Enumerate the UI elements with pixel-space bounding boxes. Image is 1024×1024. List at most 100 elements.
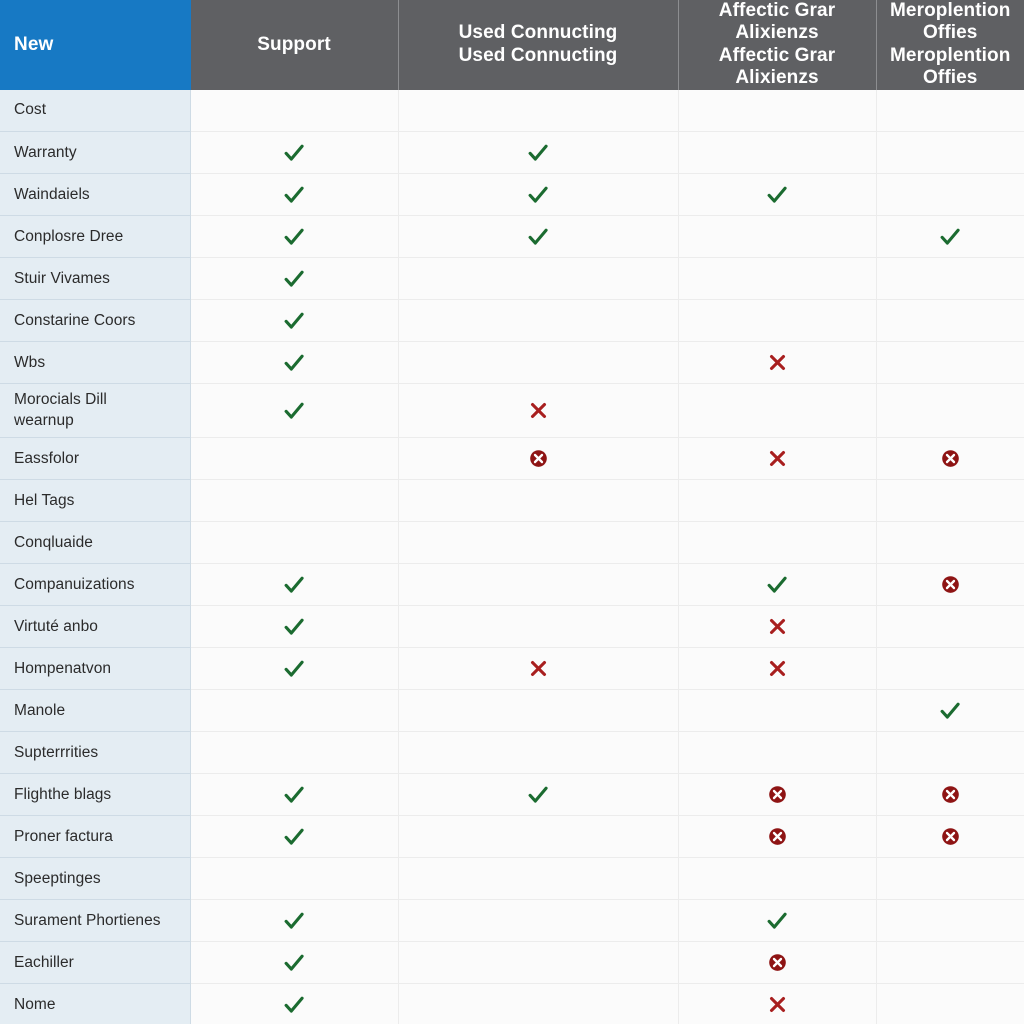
table-cell[interactable] xyxy=(875,437,1024,481)
table-row[interactable]: Manole xyxy=(0,689,1024,733)
table-row[interactable]: Conqluaide xyxy=(0,521,1024,565)
table-row[interactable]: Morocials Dill wearnup xyxy=(0,383,1024,439)
header-cell-support[interactable]: Support xyxy=(190,0,398,90)
table-cell[interactable] xyxy=(677,257,876,301)
table-cell[interactable] xyxy=(677,173,876,217)
table-row[interactable]: Flighthe blags xyxy=(0,773,1024,817)
table-cell[interactable] xyxy=(875,341,1024,385)
table-row[interactable]: Virtuté anbo xyxy=(0,605,1024,649)
table-cell[interactable] xyxy=(190,647,398,691)
table-cell[interactable] xyxy=(677,131,876,175)
table-cell[interactable] xyxy=(875,257,1024,301)
header-cell-meroplention-offies[interactable]: Meroplention Offies Meroplention Offies xyxy=(875,0,1024,90)
table-cell[interactable] xyxy=(397,383,678,439)
table-cell[interactable] xyxy=(397,89,678,133)
table-cell[interactable] xyxy=(875,983,1024,1024)
table-cell[interactable] xyxy=(190,299,398,343)
table-cell[interactable] xyxy=(677,437,876,481)
table-cell[interactable] xyxy=(677,731,876,775)
table-cell[interactable] xyxy=(677,89,876,133)
table-cell[interactable] xyxy=(397,173,678,217)
table-cell[interactable] xyxy=(677,383,876,439)
table-row[interactable]: Constarine Coors xyxy=(0,299,1024,343)
table-row[interactable]: Stuir Vivames xyxy=(0,257,1024,301)
table-cell[interactable] xyxy=(190,563,398,607)
table-cell[interactable] xyxy=(397,941,678,985)
table-cell[interactable] xyxy=(677,773,876,817)
table-cell[interactable] xyxy=(677,341,876,385)
table-cell[interactable] xyxy=(875,89,1024,133)
table-row[interactable]: Hompenatvon xyxy=(0,647,1024,691)
table-cell[interactable] xyxy=(875,131,1024,175)
table-cell[interactable] xyxy=(397,689,678,733)
table-cell[interactable] xyxy=(397,731,678,775)
table-cell[interactable] xyxy=(677,605,876,649)
table-cell[interactable] xyxy=(190,857,398,901)
table-cell[interactable] xyxy=(875,689,1024,733)
table-cell[interactable] xyxy=(190,521,398,565)
table-cell[interactable] xyxy=(677,647,876,691)
table-cell[interactable] xyxy=(190,605,398,649)
table-row[interactable]: Supterrrities xyxy=(0,731,1024,775)
table-cell[interactable] xyxy=(397,773,678,817)
table-cell[interactable] xyxy=(190,341,398,385)
table-cell[interactable] xyxy=(397,605,678,649)
table-cell[interactable] xyxy=(190,773,398,817)
table-cell[interactable] xyxy=(875,605,1024,649)
table-cell[interactable] xyxy=(677,521,876,565)
table-cell[interactable] xyxy=(677,899,876,943)
table-cell[interactable] xyxy=(677,479,876,523)
table-cell[interactable] xyxy=(875,299,1024,343)
table-cell[interactable] xyxy=(190,899,398,943)
table-cell[interactable] xyxy=(397,647,678,691)
table-cell[interactable] xyxy=(677,857,876,901)
table-cell[interactable] xyxy=(397,215,678,259)
table-cell[interactable] xyxy=(190,689,398,733)
table-cell[interactable] xyxy=(397,131,678,175)
table-cell[interactable] xyxy=(875,857,1024,901)
table-cell[interactable] xyxy=(397,899,678,943)
table-row[interactable]: Companuizations xyxy=(0,563,1024,607)
table-cell[interactable] xyxy=(190,815,398,859)
table-cell[interactable] xyxy=(677,563,876,607)
table-cell[interactable] xyxy=(190,215,398,259)
table-cell[interactable] xyxy=(677,299,876,343)
table-cell[interactable] xyxy=(397,341,678,385)
table-cell[interactable] xyxy=(397,815,678,859)
table-row[interactable]: Conplosre Dree xyxy=(0,215,1024,259)
table-row[interactable]: Cost xyxy=(0,89,1024,133)
table-cell[interactable] xyxy=(875,899,1024,943)
table-row[interactable]: Hel Tags xyxy=(0,479,1024,523)
table-cell[interactable] xyxy=(190,131,398,175)
table-cell[interactable] xyxy=(190,173,398,217)
table-row[interactable]: Nome xyxy=(0,983,1024,1024)
table-cell[interactable] xyxy=(875,563,1024,607)
table-cell[interactable] xyxy=(397,479,678,523)
table-cell[interactable] xyxy=(397,437,678,481)
table-cell[interactable] xyxy=(677,983,876,1024)
table-cell[interactable] xyxy=(677,815,876,859)
table-row[interactable]: Eachiller xyxy=(0,941,1024,985)
header-cell-label[interactable]: New xyxy=(0,0,191,90)
table-cell[interactable] xyxy=(190,941,398,985)
table-cell[interactable] xyxy=(190,437,398,481)
table-cell[interactable] xyxy=(397,299,678,343)
table-cell[interactable] xyxy=(677,941,876,985)
table-cell[interactable] xyxy=(875,383,1024,439)
table-cell[interactable] xyxy=(190,89,398,133)
table-cell[interactable] xyxy=(677,689,876,733)
table-cell[interactable] xyxy=(190,983,398,1024)
table-cell[interactable] xyxy=(875,731,1024,775)
table-cell[interactable] xyxy=(875,215,1024,259)
table-cell[interactable] xyxy=(397,983,678,1024)
header-cell-used-connucting[interactable]: Used Connucting Used Connucting xyxy=(397,0,678,90)
header-cell-affectic-grar-alixienzs[interactable]: Affectic Grar Alixienzs Affectic Grar Ali… xyxy=(677,0,876,90)
table-cell[interactable] xyxy=(397,563,678,607)
table-row[interactable]: Wbs xyxy=(0,341,1024,385)
table-row[interactable]: Eassfolor xyxy=(0,437,1024,481)
table-row[interactable]: Waindaiels xyxy=(0,173,1024,217)
table-cell[interactable] xyxy=(397,521,678,565)
table-cell[interactable] xyxy=(397,257,678,301)
table-cell[interactable] xyxy=(190,383,398,439)
table-row[interactable]: Surament Phortienes xyxy=(0,899,1024,943)
